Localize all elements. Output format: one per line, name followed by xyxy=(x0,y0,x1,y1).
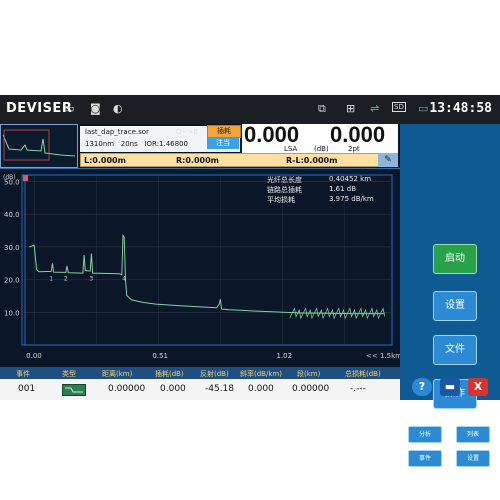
cursor-r: R:0.000m xyxy=(176,156,219,165)
metric-label: 平均损耗 xyxy=(267,196,295,204)
metric-row: 链路总插耗 1.61 dB xyxy=(267,185,387,195)
y-unit-label: (dB) xyxy=(3,174,16,181)
y-tick-label: 10.0 xyxy=(4,309,20,317)
camera-icon[interactable]: ◙ xyxy=(90,102,101,115)
pulse-width: 20ns xyxy=(120,140,138,148)
two-point-label: 2pt xyxy=(348,145,360,153)
event-number: 001 xyxy=(18,384,36,394)
list-button[interactable]: 列表 xyxy=(456,426,490,443)
col-reflect: 反射(dB) xyxy=(200,370,229,378)
cursor-bar: L:0.000m R:0.000m R-L:0.000m xyxy=(80,153,398,167)
sd-card-icon: SD xyxy=(392,102,406,112)
event-insertion: 0.000 xyxy=(160,384,186,394)
col-total: 总损耗(dB) xyxy=(345,370,381,378)
setup-button[interactable]: 设置 xyxy=(456,450,490,467)
col-insertion: 插耗(dB) xyxy=(155,370,184,378)
brand-logo: DEVISER xyxy=(6,101,73,116)
y-tick-label: 40.0 xyxy=(4,211,20,219)
ior: IOR:1.46800 xyxy=(144,140,188,148)
pin-icon[interactable]: ✎ xyxy=(378,153,398,167)
x-tick-label: 0.51 xyxy=(152,352,168,360)
col-section: 段(km) xyxy=(297,370,321,378)
event-mode-button[interactable]: 插耗 xyxy=(207,125,241,138)
mode-label: O~>B xyxy=(176,128,199,136)
table-row[interactable]: 001 0.00000 0.000 -45.18 0.000 0.00000 -… xyxy=(0,379,400,400)
cursor-marker xyxy=(23,175,28,181)
wavelength: 1310nm xyxy=(85,140,115,148)
file-button[interactable]: 文件 xyxy=(433,335,477,365)
trace-plot[interactable]: 50.0 40.0 30.0 20.0 10.0 0.00 0.51 1.02 (dB) << 1… xyxy=(0,168,400,368)
col-distance: 距离(km) xyxy=(102,370,133,378)
close-button[interactable]: X xyxy=(468,378,488,396)
side-panel: 启动 设置 文件 操作 xyxy=(400,124,500,409)
analyze-button[interactable]: 分析 xyxy=(408,426,442,443)
metric-value: 3.975 dB/km xyxy=(329,195,374,203)
x-tick-label: 0.00 xyxy=(26,352,42,360)
file-name: last_dap_trace.sor xyxy=(85,128,149,136)
event-marker-label: 4 xyxy=(122,275,126,282)
window-icon[interactable]: ▭ xyxy=(64,102,74,115)
clock: 13:48:58 xyxy=(429,101,492,116)
settings-button[interactable]: 设置 xyxy=(433,291,477,321)
trace-thumbnail[interactable] xyxy=(0,124,78,168)
lsa-unit: (dB) xyxy=(314,145,329,153)
event-table-header: 事件 类型 距离(km) 插耗(dB) 反射(dB) 斜率(dB/km) 段(k… xyxy=(0,367,400,379)
event-section: 0.00000 xyxy=(292,384,330,394)
event-distance: 0.00000 xyxy=(108,384,146,394)
col-type: 类型 xyxy=(62,370,76,378)
battery-icon: ▭ xyxy=(418,102,429,115)
y-tick-label: 20.0 xyxy=(4,277,20,285)
metric-label: 链路总插耗 xyxy=(267,186,302,194)
start-button[interactable]: 启动 xyxy=(433,244,477,274)
event-reflect: -45.18 xyxy=(205,384,235,394)
metric-value: 0.40452 km xyxy=(329,175,372,183)
cursor-l: L:0.000m xyxy=(84,156,126,165)
event-slope: 0.000 xyxy=(248,384,274,394)
help-button[interactable]: ? xyxy=(412,378,432,396)
col-slope: 斜率(dB/km) xyxy=(240,370,282,378)
event-marker-label: 2 xyxy=(64,275,68,282)
menu-button[interactable]: ▬ xyxy=(440,378,460,396)
y-tick-label: 30.0 xyxy=(4,244,20,252)
trace-params: 1310nm 20ns IOR:1.46800 xyxy=(85,140,188,148)
thumbnail-trace xyxy=(2,129,76,161)
x-tick-label: 1.02 xyxy=(276,352,292,360)
event-type-icon xyxy=(62,384,86,396)
event-total: -.--- xyxy=(350,384,366,394)
lsa-label: LSA xyxy=(284,145,298,153)
metric-label: 光纤总长度 xyxy=(267,176,302,184)
x-scale-label: << 1.5km xyxy=(366,352,400,360)
lan-icon[interactable]: ⊞ xyxy=(346,102,355,115)
marker-mode-button[interactable]: 注当 xyxy=(207,138,239,149)
usb-icon: ⇌ xyxy=(370,102,380,115)
metric-value: 1.61 dB xyxy=(329,185,357,193)
event-marker-label: 1 xyxy=(49,275,53,282)
col-event: 事件 xyxy=(16,370,30,378)
network-icon[interactable]: ⧉ xyxy=(318,102,326,116)
fiber-metrics: 光纤总长度 0.40452 km 链路总插耗 1.61 dB 平均损耗 3.97… xyxy=(267,175,387,205)
metric-row: 光纤总长度 0.40452 km xyxy=(267,175,387,185)
event-button[interactable]: 事件 xyxy=(408,450,442,467)
status-bar: DEVISER ▭ ◙ ◐ ⧉ ⊞ ⇌ SD ▭ 13:48:58 xyxy=(0,95,500,124)
event-marker-label: 3 xyxy=(89,275,93,282)
otdr-screen: DEVISER ▭ ◙ ◐ ⧉ ⊞ ⇌ SD ▭ 13:48:58 last_d… xyxy=(0,95,500,467)
cursor-rl: R-L:0.000m xyxy=(286,156,338,165)
loss-readout: 0.000 LSA (dB) 0.000 2pt xyxy=(242,122,398,153)
contrast-icon[interactable]: ◐ xyxy=(113,102,123,115)
metric-row: 平均损耗 3.975 dB/km xyxy=(267,195,387,205)
